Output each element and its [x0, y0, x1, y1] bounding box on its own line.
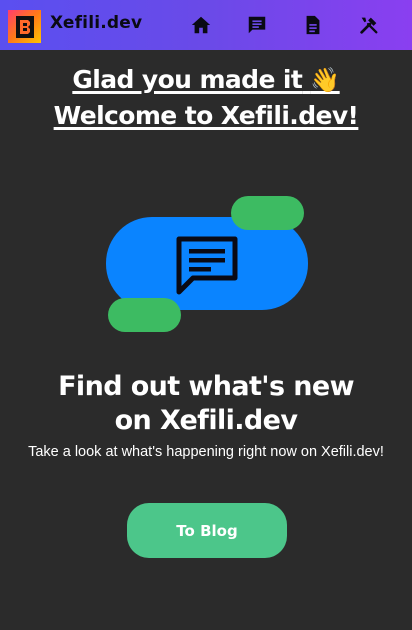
waving-hand-emoji: 👋: [310, 66, 340, 94]
nav-home[interactable]: [189, 13, 213, 37]
document-icon: [306, 15, 320, 35]
tools-icon: [360, 17, 378, 34]
nav-tools[interactable]: [357, 13, 381, 37]
message-icon: [176, 236, 238, 295]
green-pill-top: [231, 196, 304, 230]
brand-name[interactable]: Xefili.dev: [50, 13, 142, 33]
welcome-line-1: Glad you made it 👋: [0, 62, 412, 98]
hero-illustration: [0, 190, 412, 340]
chat-icon: [248, 16, 266, 34]
nav-documents[interactable]: [301, 13, 325, 37]
logo-mark: [15, 15, 34, 38]
to-blog-button[interactable]: To Blog: [127, 503, 287, 558]
welcome-text: Glad you made it: [72, 65, 303, 94]
green-pill-bottom: [108, 298, 181, 332]
nav-chat[interactable]: [245, 13, 269, 37]
welcome-line-2: Welcome to Xefili.dev!: [53, 101, 359, 130]
logo-glyph-icon: [19, 19, 30, 34]
home-icon: [191, 16, 211, 34]
hero-subtitle: Take a look at what's happening right no…: [28, 444, 384, 460]
top-navbar: Xefili.dev: [0, 0, 412, 50]
hero-headline: Find out what's new on Xefili.dev: [0, 370, 412, 438]
headline-line-2: on Xefili.dev: [114, 405, 298, 436]
logo[interactable]: [8, 10, 41, 43]
headline-line-1: Find out what's new: [58, 371, 354, 402]
welcome-heading: Glad you made it 👋 Welcome to Xefili.dev…: [0, 62, 412, 133]
